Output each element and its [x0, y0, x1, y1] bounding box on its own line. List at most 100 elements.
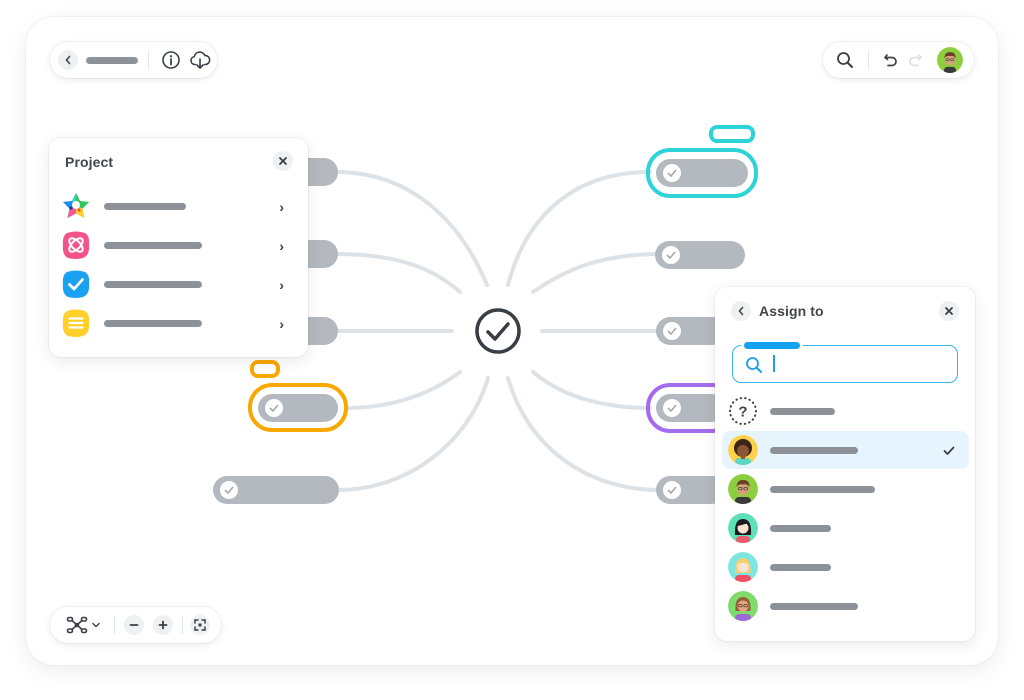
chevron-right-icon: › — [279, 316, 284, 332]
selected-check-icon — [943, 443, 955, 461]
layout-button[interactable] — [66, 616, 88, 634]
assignee-name — [770, 563, 831, 571]
assignee-option[interactable] — [722, 431, 969, 469]
close-button[interactable] — [939, 301, 959, 321]
connector — [334, 252, 462, 294]
chevron-right-icon: › — [279, 199, 284, 215]
assignee-name — [770, 485, 875, 493]
pink-atom-app-icon — [61, 230, 91, 260]
project-name — [104, 202, 186, 210]
chevron-left-icon — [738, 306, 744, 316]
avatar-brown-hair-glasses — [728, 591, 758, 621]
back-button[interactable] — [731, 301, 751, 321]
close-button[interactable] — [273, 151, 293, 171]
assignee-name — [770, 602, 858, 610]
search-icon — [746, 357, 762, 373]
document-title[interactable] — [86, 56, 138, 64]
avatar-curly-hair — [728, 435, 758, 465]
user-avatar[interactable] — [937, 47, 963, 73]
divider — [182, 616, 183, 634]
assignee-option[interactable] — [722, 548, 969, 586]
mindmap-node-left-4[interactable] — [258, 394, 338, 422]
node-check-icon[interactable] — [663, 481, 681, 499]
search-field-label — [744, 342, 800, 349]
project-name — [104, 319, 202, 327]
node-check-icon[interactable] — [265, 399, 283, 417]
undo-button[interactable] — [883, 52, 899, 68]
avatar-blonde — [728, 552, 758, 582]
node-check-icon[interactable] — [662, 246, 680, 264]
search-icon — [837, 52, 853, 68]
chevron-down-icon — [92, 622, 100, 628]
download-button[interactable] — [189, 50, 211, 70]
project-name — [104, 241, 202, 249]
node-check-icon[interactable] — [663, 164, 681, 182]
search-button[interactable] — [836, 51, 854, 69]
minus-icon — [129, 624, 139, 626]
avatar-man-glasses — [728, 474, 758, 504]
zoom-in-button[interactable] — [153, 615, 173, 635]
divider — [114, 616, 115, 634]
project-item[interactable]: › — [61, 191, 296, 221]
editor-toolbar — [823, 42, 974, 78]
connector — [506, 376, 662, 492]
divider — [868, 51, 869, 69]
chevron-right-icon: › — [279, 277, 284, 293]
unassigned-question-icon: ? — [728, 396, 758, 426]
assignee-search-input[interactable] — [732, 345, 958, 383]
undo-icon — [884, 54, 897, 67]
mindmap-node-right-2[interactable] — [655, 241, 745, 269]
chevron-left-icon — [65, 55, 71, 65]
cloud-download-icon — [190, 51, 211, 69]
connector — [334, 170, 489, 287]
node-tag-teal[interactable] — [709, 125, 755, 143]
view-toolbar — [50, 607, 221, 643]
star-multicolor-icon — [61, 191, 91, 221]
project-item[interactable]: › — [61, 269, 296, 299]
redo-button[interactable] — [907, 52, 923, 68]
blue-check-app-icon — [61, 269, 91, 299]
project-name — [104, 280, 202, 288]
mindmap-node-right-1[interactable] — [656, 159, 748, 187]
assignee-option[interactable] — [722, 509, 969, 547]
zoom-out-button[interactable] — [124, 615, 144, 635]
assignee-option[interactable] — [722, 587, 969, 625]
info-button[interactable] — [161, 50, 181, 70]
yellow-lines-app-icon — [61, 308, 91, 338]
mindmap-node-left-5[interactable] — [213, 476, 339, 504]
fit-screen-button[interactable] — [190, 615, 210, 635]
assignee-option[interactable] — [722, 470, 969, 508]
close-icon — [945, 307, 953, 315]
info-icon — [162, 51, 180, 69]
plus-icon — [158, 620, 168, 630]
avatar-black-hair — [728, 513, 758, 543]
center-node[interactable] — [475, 308, 521, 354]
check-circle-icon — [475, 308, 521, 354]
svg-text:?: ? — [738, 404, 747, 421]
panel-title: Assign to — [759, 303, 824, 319]
node-check-icon[interactable] — [663, 399, 681, 417]
project-item[interactable]: › — [61, 308, 296, 338]
node-tag-orange[interactable] — [250, 360, 280, 378]
assignee-name — [770, 407, 835, 415]
close-icon — [279, 157, 287, 165]
text-caret — [773, 355, 775, 372]
divider — [148, 51, 149, 69]
back-button[interactable] — [58, 50, 78, 70]
connector — [531, 370, 652, 410]
assignee-name — [770, 446, 858, 454]
node-check-icon[interactable] — [663, 322, 681, 340]
chevron-right-icon: › — [279, 238, 284, 254]
panel-title: Project — [65, 154, 114, 170]
assign-panel: Assign to ? — [715, 287, 975, 641]
mindmap-layout-icon — [66, 616, 88, 634]
layout-dropdown[interactable] — [92, 622, 100, 628]
fit-screen-icon — [194, 619, 206, 631]
assignee-option-unassigned[interactable]: ? — [722, 392, 969, 430]
redo-icon — [909, 54, 922, 67]
node-check-icon[interactable] — [220, 481, 238, 499]
project-panel: Project › › › › — [49, 138, 308, 357]
project-item[interactable]: › — [61, 230, 296, 260]
connector — [336, 376, 490, 492]
assignee-name — [770, 524, 831, 532]
